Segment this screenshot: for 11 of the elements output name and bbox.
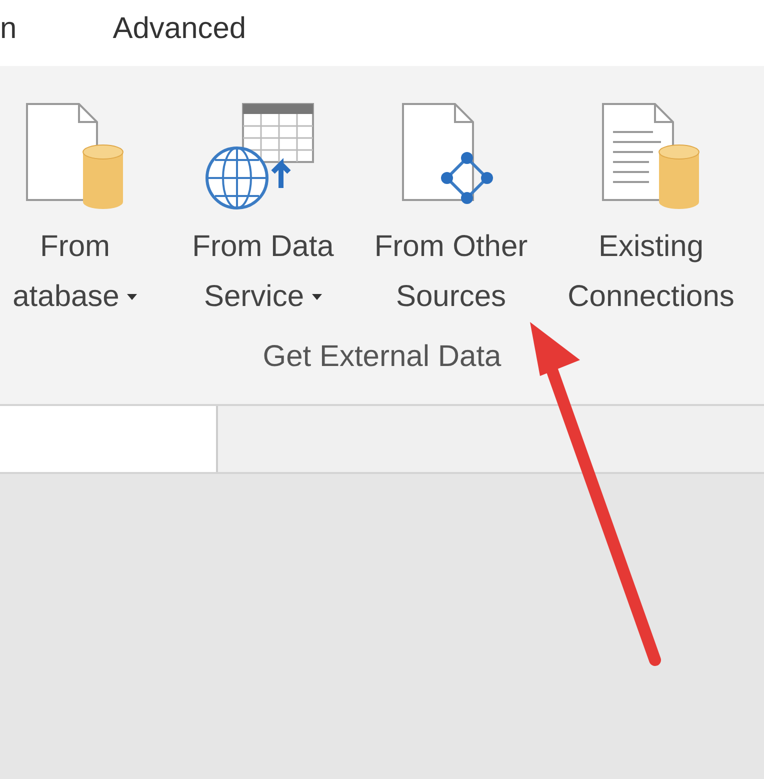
ribbon-button[interactable]: From Data Service [175, 94, 351, 322]
caret-icon [312, 294, 322, 300]
ribbon-button[interactable]: From Other Sources [351, 94, 551, 322]
group-label: Get External Data [262, 340, 502, 374]
ribbon-button[interactable]: Existing Connections [551, 94, 751, 322]
database-icon [25, 102, 125, 212]
ribbon-tab[interactable]: Advanced [112, 12, 246, 54]
caret-icon [127, 294, 138, 300]
ribbon-button[interactable]: From atabase [0, 94, 175, 322]
database-document-icon [601, 102, 701, 212]
ribbon-tab[interactable]: n [0, 12, 17, 54]
